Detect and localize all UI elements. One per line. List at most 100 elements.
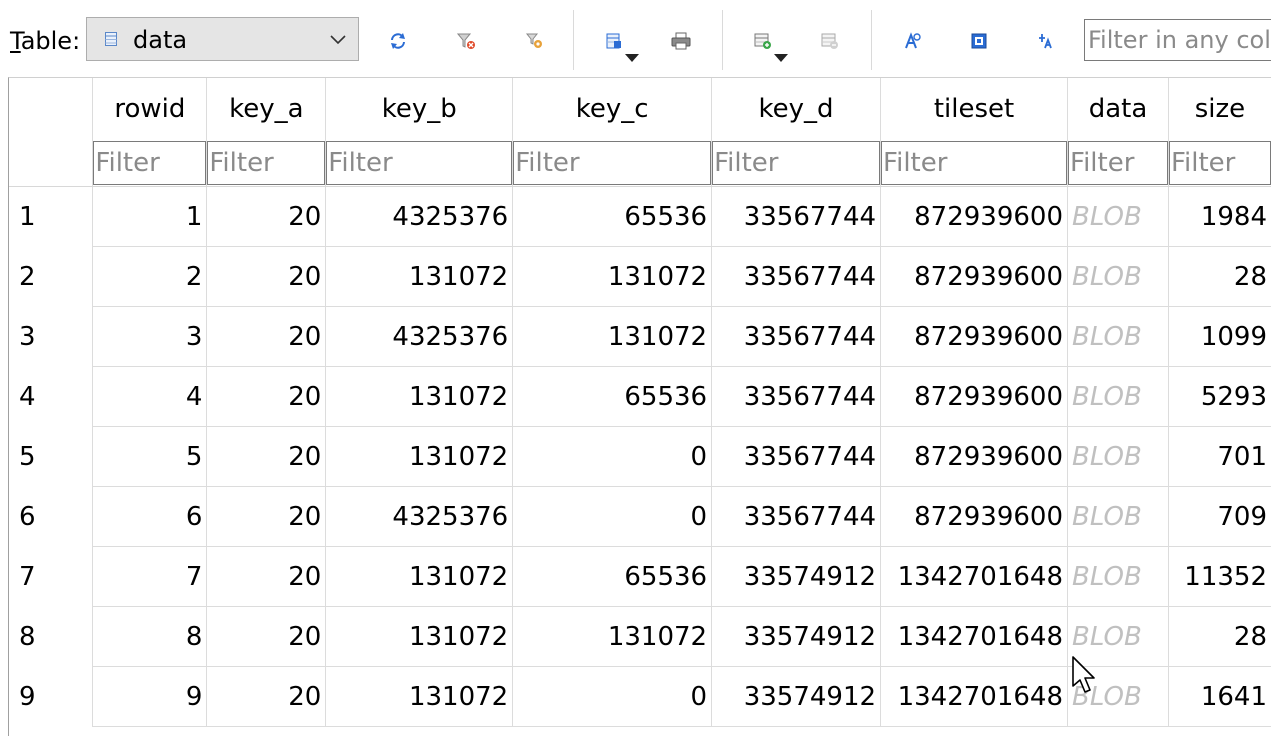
cell-key-d[interactable]: 33567744	[711, 246, 882, 307]
table-row[interactable]: 5 5 20 131072 0 33567744 872939600 BLOB 701	[9, 426, 1271, 487]
cell-rowid[interactable]: 7	[92, 546, 208, 607]
cell-key-c[interactable]: 131072	[512, 246, 713, 307]
cell-key-a[interactable]: 20	[206, 186, 327, 247]
cell-rowid[interactable]: 5	[92, 426, 208, 487]
row-number[interactable]: 7	[9, 546, 94, 607]
cell-key-c[interactable]: 131072	[512, 306, 713, 367]
cell-key-a[interactable]: 20	[206, 606, 327, 667]
cell-tileset[interactable]: 872939600	[880, 186, 1068, 247]
row-number[interactable]: 8	[9, 606, 94, 667]
filter-input-key-d[interactable]	[712, 141, 881, 185]
cell-key-b[interactable]: 131072	[325, 666, 514, 727]
cell-key-d[interactable]: 33567744	[711, 426, 882, 487]
cell-size[interactable]: 701	[1168, 426, 1271, 487]
cell-key-a[interactable]: 20	[206, 546, 327, 607]
cell-key-c[interactable]: 0	[512, 486, 713, 547]
row-header-corner[interactable]	[9, 78, 94, 140]
filter-input-key-c[interactable]	[513, 141, 712, 185]
cell-size[interactable]: 28	[1168, 606, 1271, 667]
cell-key-d[interactable]: 33574912	[711, 546, 882, 607]
table-row[interactable]: 1 1 20 4325376 65536 33567744 872939600 BLOB 198…	[9, 186, 1271, 247]
cell-key-c[interactable]: 0	[512, 666, 713, 727]
clear-filters-button[interactable]	[451, 26, 481, 56]
filter-any-column-input[interactable]	[1084, 19, 1271, 61]
export-dropdown-arrow[interactable]	[625, 54, 639, 62]
cell-data[interactable]: BLOB	[1067, 306, 1169, 367]
row-number[interactable]: 6	[9, 486, 94, 547]
column-header-key-a[interactable]: key_a	[206, 78, 327, 140]
row-number[interactable]: 1	[9, 186, 94, 247]
filter-input-key-b[interactable]	[326, 141, 513, 185]
row-number[interactable]: 2	[9, 246, 94, 307]
cell-size[interactable]: 1099	[1168, 306, 1271, 367]
cell-key-b[interactable]: 4325376	[325, 306, 514, 367]
cell-size[interactable]: 11352	[1168, 546, 1271, 607]
cell-tileset[interactable]: 872939600	[880, 306, 1068, 367]
export-button[interactable]	[599, 26, 629, 56]
cell-key-b[interactable]: 131072	[325, 606, 514, 667]
cell-tileset[interactable]: 872939600	[880, 486, 1068, 547]
cell-key-d[interactable]: 33574912	[711, 606, 882, 667]
cell-key-c[interactable]: 131072	[512, 606, 713, 667]
table-row[interactable]: 3 3 20 4325376 131072 33567744 872939600 BLOB 10…	[9, 306, 1271, 367]
cell-key-c[interactable]: 65536	[512, 366, 713, 427]
filter-input-data[interactable]	[1068, 141, 1168, 185]
row-number[interactable]: 5	[9, 426, 94, 487]
cell-rowid[interactable]: 1	[92, 186, 208, 247]
cell-key-a[interactable]: 20	[206, 366, 327, 427]
cell-key-c[interactable]: 65536	[512, 186, 713, 247]
filter-input-tileset[interactable]	[881, 141, 1067, 185]
cell-data[interactable]: BLOB	[1067, 246, 1169, 307]
table-select[interactable]: data	[86, 17, 359, 61]
cell-key-a[interactable]: 20	[206, 666, 327, 727]
column-header-key-c[interactable]: key_c	[512, 78, 713, 140]
cell-key-b[interactable]: 131072	[325, 426, 514, 487]
cell-tileset[interactable]: 872939600	[880, 246, 1068, 307]
delete-record-button[interactable]	[815, 26, 845, 56]
filter-input-size[interactable]	[1168, 141, 1271, 185]
cell-tileset[interactable]: 872939600	[880, 366, 1068, 427]
cell-data[interactable]: BLOB	[1067, 486, 1169, 547]
cell-key-c[interactable]: 65536	[512, 546, 713, 607]
cell-size[interactable]: 1984	[1168, 186, 1271, 247]
filter-input-rowid[interactable]	[93, 141, 207, 185]
row-number[interactable]: 3	[9, 306, 94, 367]
cell-key-a[interactable]: 20	[206, 306, 327, 367]
row-number[interactable]: 9	[9, 666, 94, 727]
cell-key-b[interactable]: 4325376	[325, 186, 514, 247]
cell-key-d[interactable]: 33567744	[711, 486, 882, 547]
find-replace-button[interactable]	[964, 26, 994, 56]
cell-key-d[interactable]: 33574912	[711, 666, 882, 727]
table-row[interactable]: 2 2 20 131072 131072 33567744 872939600 BLOB 28	[9, 246, 1271, 307]
cell-size[interactable]: 709	[1168, 486, 1271, 547]
cell-key-d[interactable]: 33567744	[711, 366, 882, 427]
column-header-key-b[interactable]: key_b	[325, 78, 514, 140]
cell-tileset[interactable]: 872939600	[880, 426, 1068, 487]
table-row[interactable]: 6 6 20 4325376 0 33567744 872939600 BLOB 709	[9, 486, 1271, 547]
cell-key-d[interactable]: 33567744	[711, 186, 882, 247]
cell-rowid[interactable]: 6	[92, 486, 208, 547]
save-filter-button[interactable]	[519, 26, 549, 56]
insert-record-button[interactable]	[748, 26, 778, 56]
cell-size[interactable]: 28	[1168, 246, 1271, 307]
cell-size[interactable]: 1641	[1168, 666, 1271, 727]
cell-key-b[interactable]: 4325376	[325, 486, 514, 547]
refresh-button[interactable]	[383, 26, 413, 56]
cell-key-a[interactable]: 20	[206, 486, 327, 547]
column-header-key-d[interactable]: key_d	[711, 78, 882, 140]
cell-rowid[interactable]: 8	[92, 606, 208, 667]
cell-key-d[interactable]: 33567744	[711, 306, 882, 367]
cell-tileset[interactable]: 1342701648	[880, 546, 1068, 607]
cell-key-c[interactable]: 0	[512, 426, 713, 487]
print-button[interactable]	[666, 26, 696, 56]
cell-rowid[interactable]: 4	[92, 366, 208, 427]
cell-key-b[interactable]: 131072	[325, 546, 514, 607]
cell-data[interactable]: BLOB	[1067, 426, 1169, 487]
find-button[interactable]	[897, 26, 927, 56]
cell-data[interactable]: BLOB	[1067, 546, 1169, 607]
filter-input-key-a[interactable]	[207, 141, 326, 185]
goto-button[interactable]	[1031, 26, 1061, 56]
table-row[interactable]: 7 7 20 131072 65536 33574912 1342701648 BLOB 113…	[9, 546, 1271, 607]
cell-tileset[interactable]: 1342701648	[880, 666, 1068, 727]
cell-tileset[interactable]: 1342701648	[880, 606, 1068, 667]
